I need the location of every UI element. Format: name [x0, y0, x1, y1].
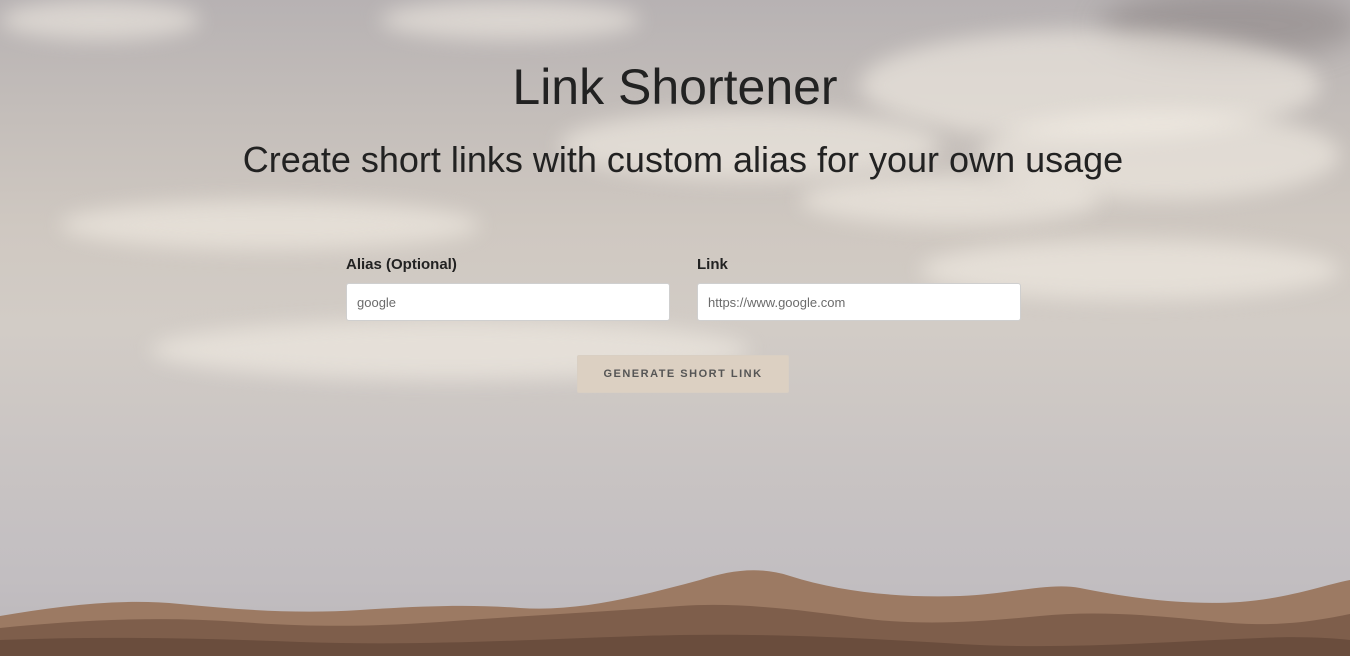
alias-field-group: Alias (Optional) [346, 256, 670, 321]
desert-dunes-image [0, 570, 1350, 656]
page-subtitle: Create short links with custom alias for… [242, 139, 1124, 180]
generate-short-link-button[interactable]: GENERATE SHORT LINK [577, 355, 789, 393]
page-title: Link Shortener [512, 59, 838, 115]
page: Link Shortener Create short links with c… [0, 0, 1350, 656]
link-input[interactable] [697, 283, 1021, 321]
alias-input[interactable] [346, 283, 670, 321]
link-field-group: Link [697, 256, 1021, 321]
link-label: Link [697, 256, 728, 273]
alias-label: Alias (Optional) [346, 256, 457, 273]
